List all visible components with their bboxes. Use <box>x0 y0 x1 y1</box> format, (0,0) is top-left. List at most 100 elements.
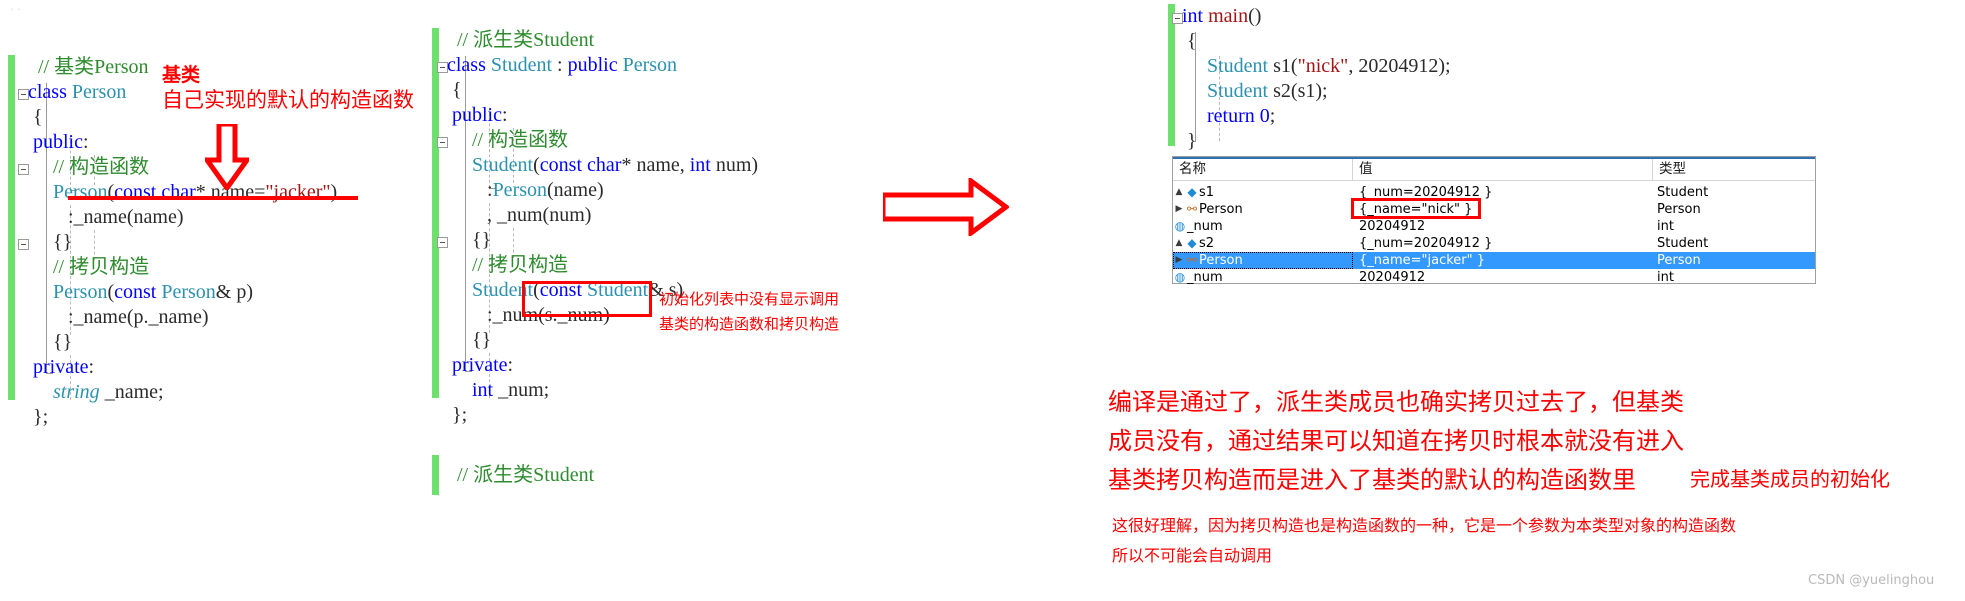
watch-row-name-cell[interactable]: ◍ _num <box>1173 218 1353 235</box>
watch-row-value-cell[interactable]: 20204912 <box>1353 218 1653 235</box>
code-line: }; <box>28 406 49 428</box>
debug-watch-window[interactable]: 名称 值 类型 ▲ ◆ s1 {_num=20204912 } Student ▶ ⚯… <box>1172 156 1816 286</box>
right-arrow-icon <box>883 178 1009 236</box>
code-line: public: <box>447 104 508 126</box>
table-row[interactable]: ◍ _num 20204912 int <box>1173 218 1815 235</box>
code-line: int _num; <box>447 379 550 401</box>
highlight-box-nick-value <box>1351 198 1481 219</box>
watch-row-type-cell: Student <box>1657 236 1709 251</box>
code-line: // 构造函数 <box>28 156 150 178</box>
code-line: // 构造函数 <box>447 129 569 151</box>
table-row-selected[interactable]: ▶ ⚯ Person {_name="jacker" } Person <box>1173 252 1815 269</box>
code-line: return 0; <box>1182 105 1276 127</box>
code-line: :_name(name) <box>28 206 184 228</box>
annotation-base-desc: 自己实现的默认的构造函数 <box>162 88 414 112</box>
code-line: , _num(num) <box>447 204 592 226</box>
watch-row-name-cell[interactable]: ▲ ◆ s2 <box>1173 235 1353 252</box>
base-class-link-icon: ⚯ <box>1186 253 1198 267</box>
footnote-line-1: 这很好理解，因为拷贝构造也是构造函数的一种，它是一个参数为本类型对象的构造函数 <box>1112 516 1737 535</box>
conclusion-line-3b: 完成基类成员的初始化 <box>1690 467 1890 491</box>
table-row[interactable]: ▲ ◆ s2 {_num=20204912 } Student <box>1173 235 1815 252</box>
watch-row-type-cell: Person <box>1657 253 1701 268</box>
code-line: } <box>1182 130 1197 152</box>
watch-variable-name: Person <box>1199 253 1243 268</box>
code-line: Student s2(s1); <box>1182 80 1328 102</box>
code-panel-bottom-partial: // 派生类Student <box>432 455 732 495</box>
annotation-base-label: 基类 <box>162 64 201 86</box>
watch-row-value-cell[interactable]: 20204912 <box>1353 269 1653 286</box>
code-line: {} <box>447 229 492 251</box>
watch-variable-name: _num <box>1187 219 1223 234</box>
annotation-init-note-line2: 基类的构造函数和拷贝构造 <box>659 315 840 333</box>
chevron-expanded-icon[interactable]: ▲ <box>1173 235 1185 252</box>
chevron-collapsed-icon[interactable]: ▶ <box>1173 201 1185 218</box>
change-gutter-bar <box>8 55 15 400</box>
column-header-value[interactable]: 值 <box>1353 159 1653 180</box>
code-line: :Person(name) <box>447 179 604 201</box>
watch-variable-name: s1 <box>1199 185 1215 200</box>
watch-variable-name: s2 <box>1199 236 1215 251</box>
watch-row-name-cell[interactable]: ▶ ⚯ Person <box>1173 252 1353 269</box>
code-line: {} <box>28 331 73 353</box>
cube-icon: ◆ <box>1187 185 1197 199</box>
code-line: string _name; <box>28 381 164 403</box>
watch-row-value-cell[interactable]: {_num=20204912 } <box>1353 235 1653 252</box>
code-line: { <box>447 79 462 101</box>
code-line: }; <box>447 404 468 426</box>
watch-rows: ▲ ◆ s1 {_num=20204912 } Student ▶ ⚯ Person {… <box>1173 181 1815 286</box>
column-header-type[interactable]: 类型 <box>1653 159 1793 180</box>
down-arrow-icon <box>205 124 249 190</box>
code-panel-main: int main() { Student s1("nick", 20204912… <box>1168 4 1548 152</box>
watch-row-type-cell: int <box>1657 270 1674 285</box>
screenshot-root: · · // 基类Person class Person { public: /… <box>0 0 1965 601</box>
code-line: Student s1("nick", 20204912); <box>1182 55 1451 77</box>
watch-row-name-cell[interactable]: ▶ ⚯ Person <box>1173 201 1353 218</box>
code-line: public: <box>28 131 89 153</box>
annotation-init-note-line1: 初始化列表中没有显示调用 <box>659 290 840 308</box>
conclusion-line-3a: 基类拷贝构造而是进入了基类的默认的构造函数里 <box>1108 466 1636 494</box>
change-gutter-bar <box>432 28 439 398</box>
conclusion-line-1: 编译是通过了，派生类成员也确实拷贝过去了，但基类 <box>1108 388 1684 416</box>
code-line: private: <box>447 354 514 376</box>
code-line: Person(const char* name="jacker") <box>28 181 338 203</box>
code-line: :_name(p._name) <box>28 306 209 328</box>
watch-row-name-cell[interactable]: ▲ ◆ s1 <box>1173 184 1353 201</box>
watch-row-type-cell: Person <box>1657 202 1701 217</box>
table-row[interactable]: ▶ ⚯ Person {_name="nick" } Person <box>1173 201 1815 218</box>
chevron-expanded-icon[interactable]: ▲ <box>1173 184 1185 201</box>
watch-variable-name: Person <box>1199 202 1243 217</box>
private-field-icon: ◍ <box>1174 270 1186 284</box>
highlight-box-init-list <box>522 281 652 317</box>
footnote-line-2: 所以不可能会自动调用 <box>1112 546 1273 565</box>
base-class-link-icon: ⚯ <box>1186 202 1198 216</box>
watch-row-type-cell: Student <box>1657 185 1709 200</box>
code-line: int main() <box>1182 5 1262 27</box>
watch-row-value-cell[interactable]: {_name="jacker" } <box>1353 252 1653 269</box>
change-gutter-bar <box>432 455 439 495</box>
change-gutter-bar <box>1168 4 1175 146</box>
watermark: CSDN @yuelinghou <box>1808 573 1935 588</box>
code-line: // 派生类Student <box>447 29 595 51</box>
conclusion-line-2: 成员没有，通过结果可以知道在拷贝时根本就没有进入 <box>1108 427 1684 455</box>
code-line: { <box>1182 30 1197 52</box>
cube-icon: ◆ <box>1187 236 1197 250</box>
watch-accent-line <box>1173 157 1815 159</box>
code-line: // 拷贝构造 <box>447 254 569 276</box>
table-row[interactable]: ◍ _num 20204912 int <box>1173 269 1815 286</box>
code-line: // 派生类Student <box>447 464 595 486</box>
table-row[interactable]: ▲ ◆ s1 {_num=20204912 } Student <box>1173 184 1815 201</box>
watch-row-name-cell[interactable]: ◍ _num <box>1173 269 1353 286</box>
code-line: {} <box>28 231 73 253</box>
code-line: Student(const char* name, int num) <box>447 154 759 176</box>
watch-column-headers: 名称 值 类型 <box>1173 159 1815 181</box>
top-decoration: · · <box>10 2 21 16</box>
chevron-collapsed-icon[interactable]: ▶ <box>1173 252 1185 269</box>
watch-row-type-cell: int <box>1657 219 1674 234</box>
code-line: // 拷贝构造 <box>28 256 150 278</box>
code-panel-derived-class: // 派生类Student class Student : public Per… <box>432 28 852 426</box>
column-header-name[interactable]: 名称 <box>1173 159 1353 180</box>
private-field-icon: ◍ <box>1174 219 1186 233</box>
code-line: private: <box>28 356 95 378</box>
code-line: class Student : public Person <box>447 54 678 76</box>
watch-variable-name: _num <box>1187 270 1223 285</box>
